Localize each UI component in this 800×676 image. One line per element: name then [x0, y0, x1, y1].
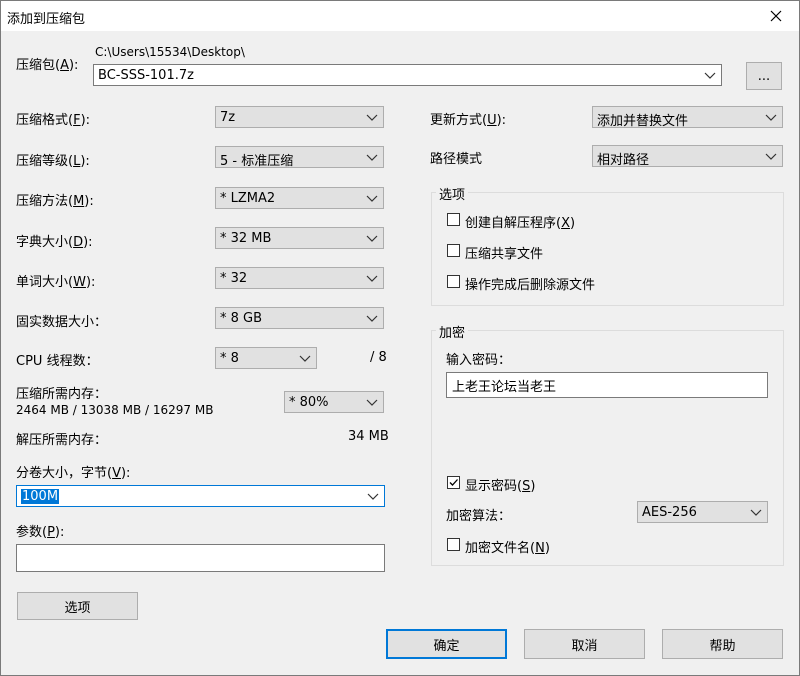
mem-usage-select[interactable]: * 80% — [284, 391, 384, 413]
encryption-group-title: 加密 — [436, 322, 469, 341]
chevron-down-icon — [366, 195, 378, 202]
path-mode-select[interactable]: 相对路径 — [592, 145, 783, 168]
encrypt-names-label[interactable]: 加密文件名(N) — [465, 537, 550, 556]
show-password-label[interactable]: 显示密码(S) — [465, 475, 535, 494]
dict-select[interactable]: * 32 MB — [215, 227, 384, 249]
format-label: 压缩格式(F): — [16, 113, 91, 128]
volume-combo[interactable]: 100M — [16, 485, 385, 507]
threads-select[interactable]: * 8 — [215, 347, 317, 369]
encryption-method-select[interactable]: AES-256 — [637, 501, 768, 523]
close-icon — [770, 10, 782, 22]
path-mode-label: 路径模式 — [430, 152, 483, 167]
title-bar: 添加到压缩包 — [0, 0, 800, 31]
chevron-down-icon — [366, 154, 378, 161]
level-label: 压缩等级(L): — [16, 154, 90, 169]
help-button[interactable]: 帮助 — [662, 629, 783, 659]
checkmark-icon — [449, 479, 458, 486]
shared-label[interactable]: 压缩共享文件 — [465, 243, 543, 262]
method-select[interactable]: * LZMA2 — [215, 187, 384, 209]
show-password-checkbox[interactable] — [447, 476, 460, 489]
level-select[interactable]: 5 - 标准压缩 — [215, 146, 384, 169]
chevron-down-icon — [366, 114, 378, 121]
delete-source-checkbox[interactable] — [447, 275, 460, 288]
cancel-button[interactable]: 取消 — [524, 629, 645, 659]
encryption-method-label: 加密算法： — [446, 509, 512, 524]
archive-path: C:\Users\15534\Desktop\ — [95, 45, 245, 59]
update-select[interactable]: 添加并替换文件 — [592, 106, 783, 129]
chevron-down-icon — [366, 235, 378, 242]
window-title: 添加到压缩包 — [7, 12, 86, 27]
encrypt-names-checkbox[interactable] — [447, 538, 460, 551]
chevron-down-icon — [299, 355, 311, 362]
dict-label: 字典大小(D): — [16, 235, 93, 250]
params-input[interactable] — [16, 544, 385, 572]
chevron-down-icon — [367, 493, 379, 500]
chevron-down-icon — [366, 275, 378, 282]
word-select[interactable]: * 32 — [215, 267, 384, 289]
chevron-down-icon — [704, 72, 716, 79]
chevron-down-icon — [366, 399, 378, 406]
browse-button[interactable]: ... — [746, 62, 782, 90]
options-button[interactable]: 选项 — [17, 592, 138, 620]
solid-label: 固实数据大小： — [16, 315, 108, 330]
shared-checkbox[interactable] — [447, 244, 460, 257]
password-label: 输入密码： — [446, 353, 512, 368]
sfx-checkbox[interactable] — [447, 213, 460, 226]
format-select[interactable]: 7z — [215, 106, 384, 128]
word-label: 单词大小(W): — [16, 275, 96, 290]
threads-label: CPU 线程数： — [16, 354, 99, 369]
chevron-down-icon — [765, 153, 777, 160]
sfx-label[interactable]: 创建自解压程序(X) — [465, 212, 575, 231]
archive-label: 压缩包(A): — [16, 58, 79, 73]
solid-select[interactable]: * 8 GB — [215, 307, 384, 329]
password-input[interactable]: 上老王论坛当老王 — [446, 372, 768, 398]
mem-compress-detail: 2464 MB / 13038 MB / 16297 MB — [16, 403, 214, 417]
method-label: 压缩方法(M): — [16, 194, 94, 209]
params-label: 参数(P): — [16, 525, 65, 540]
mem-compress-label: 压缩所需内存： — [16, 387, 108, 402]
mem-decompress-label: 解压所需内存： — [16, 433, 108, 448]
chevron-down-icon — [366, 315, 378, 322]
options-group-title: 选项 — [436, 184, 469, 203]
update-label: 更新方式(U): — [430, 113, 507, 128]
archive-name-combo[interactable]: BC-SSS-101.7z — [93, 64, 722, 86]
mem-decompress-value: 34 MB — [348, 429, 389, 444]
delete-source-label[interactable]: 操作完成后删除源文件 — [465, 274, 595, 293]
chevron-down-icon — [765, 114, 777, 121]
close-button[interactable] — [753, 1, 799, 31]
volume-label: 分卷大小，字节(V): — [16, 466, 131, 481]
chevron-down-icon — [750, 509, 762, 516]
threads-total: / 8 — [370, 350, 387, 365]
ok-button[interactable]: 确定 — [386, 629, 507, 659]
